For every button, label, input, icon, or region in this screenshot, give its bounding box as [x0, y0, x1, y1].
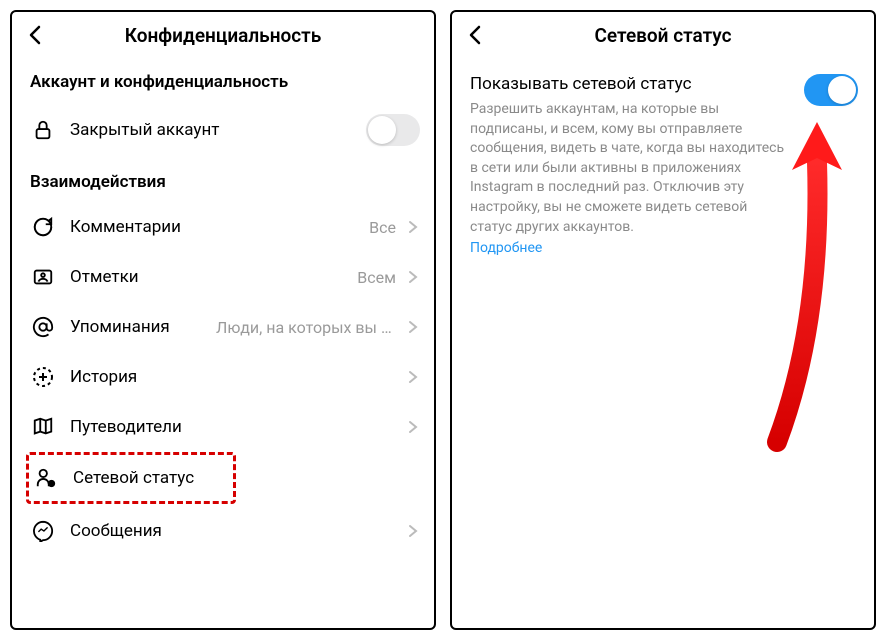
chevron-right-icon	[406, 270, 420, 284]
section-interactions: Взаимодействия	[12, 158, 434, 202]
page-title: Сетевой статус	[452, 24, 874, 47]
chevron-right-icon	[406, 524, 420, 538]
activity-status-toggle[interactable]	[804, 74, 858, 106]
learn-more-link[interactable]: Подробнее	[470, 240, 542, 256]
chevron-right-icon	[406, 220, 420, 234]
row-label: Комментарии	[70, 217, 181, 237]
row-activity-status[interactable]: Сетевой статус	[26, 452, 236, 504]
setting-description: Разрешить аккаунтам, на которые вы подпи…	[470, 100, 856, 237]
back-button[interactable]	[466, 26, 484, 44]
activity-status-panel: Сетевой статус Показывать сетевой статус…	[450, 10, 876, 630]
row-private-account[interactable]: Закрытый аккаунт	[12, 102, 434, 158]
at-icon	[30, 314, 56, 340]
chevron-right-icon	[406, 420, 420, 434]
row-mentions[interactable]: Упоминания Люди, на которых вы п...	[12, 302, 434, 352]
section-account-privacy: Аккаунт и конфиденциальность	[12, 58, 434, 102]
row-value: Все	[369, 218, 396, 237]
tag-icon	[30, 264, 56, 290]
row-label: Путеводители	[70, 417, 182, 437]
back-button[interactable]	[26, 26, 44, 44]
row-tags[interactable]: Отметки Всем	[12, 252, 434, 302]
header: Конфиденциальность	[12, 12, 434, 58]
row-value: Люди, на которых вы п...	[216, 318, 396, 337]
messenger-icon	[30, 518, 56, 544]
page-title: Конфиденциальность	[12, 24, 434, 47]
row-comments[interactable]: Комментарии Все	[12, 202, 434, 252]
private-account-toggle[interactable]	[366, 114, 420, 146]
row-label: История	[70, 367, 137, 387]
row-value: Всем	[357, 268, 396, 287]
row-label: Отметки	[70, 267, 139, 287]
row-story[interactable]: История	[12, 352, 434, 402]
activity-icon	[33, 465, 59, 491]
comment-icon	[30, 214, 56, 240]
row-label: Сообщения	[70, 521, 162, 541]
row-messages[interactable]: Сообщения	[12, 506, 434, 556]
row-label: Упоминания	[70, 317, 170, 337]
chevron-right-icon	[406, 370, 420, 384]
story-icon	[30, 364, 56, 390]
chevron-right-icon	[406, 320, 420, 334]
setting-title: Показывать сетевой статус	[470, 74, 856, 94]
lock-icon	[30, 117, 56, 143]
privacy-panel: Конфиденциальность Аккаунт и конфиденциа…	[10, 10, 436, 630]
setting-block: Показывать сетевой статус Разрешить акка…	[452, 58, 874, 256]
row-guides[interactable]: Путеводители	[12, 402, 434, 452]
guides-icon	[30, 414, 56, 440]
header: Сетевой статус	[452, 12, 874, 58]
row-label: Закрытый аккаунт	[70, 120, 219, 140]
row-label: Сетевой статус	[73, 468, 194, 488]
